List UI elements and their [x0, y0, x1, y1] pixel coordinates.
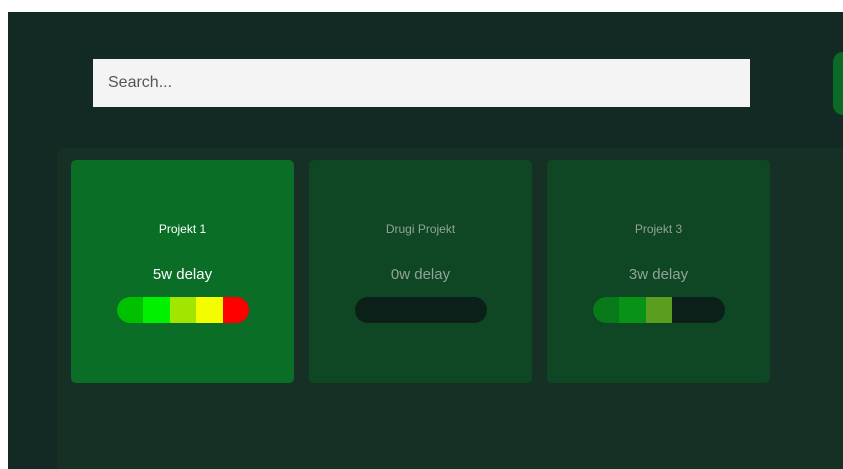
search-input[interactable]	[93, 59, 750, 107]
project-title: Projekt 3	[634, 222, 683, 236]
project-delay-label: 3w delay	[628, 266, 689, 283]
project-delay-label: 5w delay	[152, 266, 213, 283]
delay-segment	[645, 297, 673, 323]
delay-segment	[593, 297, 620, 323]
delay-segment	[222, 297, 249, 323]
delay-progress-bar	[593, 297, 725, 323]
project-card[interactable]: Projekt 1 5w delay	[71, 160, 294, 383]
app-window: Projekt 1 5w delay Drugi Projekt 0w dela…	[8, 12, 843, 469]
project-card[interactable]: Projekt 3 3w delay	[547, 160, 770, 383]
project-delay-label: 0w delay	[390, 266, 451, 283]
project-card[interactable]: Drugi Projekt 0w delay	[309, 160, 532, 383]
delay-segment	[196, 297, 223, 323]
delay-segment	[117, 297, 144, 323]
side-action-button[interactable]	[833, 52, 843, 115]
delay-progress-bar	[355, 297, 487, 323]
project-board: Projekt 1 5w delay Drugi Projekt 0w dela…	[57, 148, 843, 469]
delay-segment	[143, 297, 170, 323]
project-title: Projekt 1	[158, 222, 207, 236]
delay-progress-bar	[117, 297, 249, 323]
delay-segment	[619, 297, 646, 323]
delay-segment	[169, 297, 197, 323]
project-title: Drugi Projekt	[385, 222, 456, 236]
